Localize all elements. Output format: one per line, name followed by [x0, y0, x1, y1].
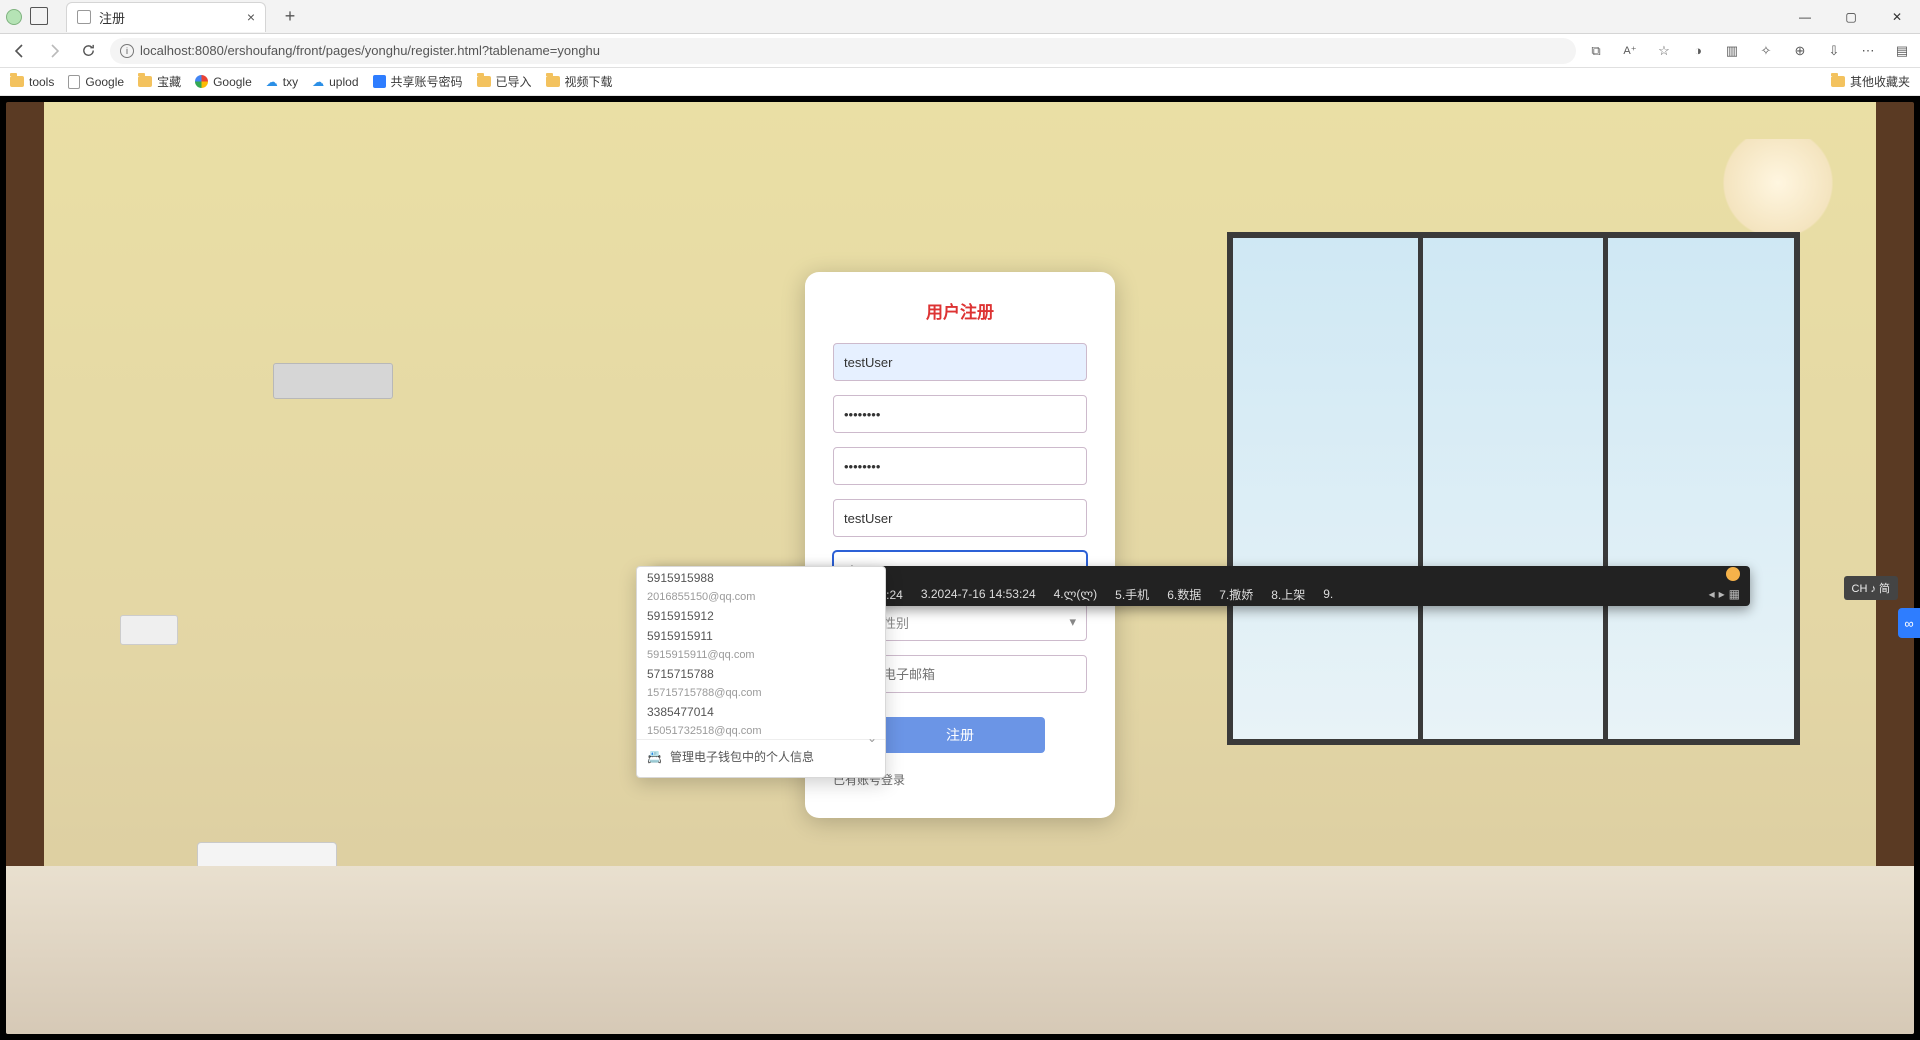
bookmark-overflow[interactable]: 其他收藏夹: [1831, 73, 1910, 90]
window-titlebar: 注册 × + — ▢ ✕: [0, 0, 1920, 34]
bookmark-video[interactable]: 视频下载: [546, 73, 613, 90]
link-icon: ∞: [1904, 616, 1913, 631]
ime-mode-badge[interactable]: CH ♪ 简: [1844, 576, 1899, 600]
wall-socket: [120, 615, 178, 645]
folder-icon: [477, 76, 491, 87]
reader-icon[interactable]: ⧉: [1586, 41, 1606, 61]
ime-logo-icon: [1726, 567, 1740, 581]
cloud-icon: ☁: [312, 75, 324, 89]
new-tab-button[interactable]: +: [276, 3, 304, 31]
ime-candidate[interactable]: 3.2024-7-16 14:53:24: [921, 587, 1036, 601]
bookmark-txy[interactable]: ☁txy: [266, 75, 298, 89]
downloads-icon[interactable]: ⇩: [1824, 41, 1844, 61]
ime-expand-icon[interactable]: ▦: [1729, 587, 1740, 601]
text-size-icon[interactable]: A⁺: [1620, 41, 1640, 61]
ime-candidate[interactable]: 9.: [1323, 587, 1333, 601]
ime-candidate[interactable]: 4.ლ(ლ): [1054, 587, 1098, 601]
page-icon: [68, 75, 80, 89]
autofill-scroll-icon[interactable]: ⌄: [867, 731, 877, 745]
wall-panel: [273, 363, 393, 399]
favorite-icon[interactable]: ☆: [1654, 41, 1674, 61]
favorites-bar-icon[interactable]: ✧: [1756, 41, 1776, 61]
url-text: localhost:8080/ershoufang/front/pages/yo…: [140, 43, 600, 58]
folder-icon: [1831, 76, 1845, 87]
browser-toolbar: i localhost:8080/ershoufang/front/pages/…: [0, 34, 1920, 68]
autofill-item[interactable]: 5915915912: [637, 605, 885, 625]
bookmark-tools[interactable]: tools: [10, 75, 54, 89]
ime-prev-icon[interactable]: ◂: [1709, 587, 1715, 601]
bookmark-google-page[interactable]: Google: [68, 75, 124, 89]
tab-favicon-icon: [77, 10, 91, 24]
folder-icon: [546, 76, 560, 87]
extensions-icon[interactable]: ⊕: [1790, 41, 1810, 61]
register-title: 用户注册: [833, 298, 1087, 323]
tab-actions-icon[interactable]: [32, 9, 48, 25]
autofill-item[interactable]: 5915915911: [637, 625, 885, 645]
bookmark-imported[interactable]: 已导入: [477, 73, 532, 90]
password-confirm-input[interactable]: [833, 447, 1087, 485]
ime-candidate[interactable]: 5.手机: [1115, 586, 1149, 603]
app-icon: [373, 75, 386, 88]
bookmarks-bar: tools Google 宝藏 Google ☁txy ☁uplod 共享账号密…: [0, 68, 1920, 96]
window-maximize-button[interactable]: ▢: [1828, 0, 1874, 33]
bookmark-shared[interactable]: 共享账号密码: [373, 73, 463, 90]
register-button[interactable]: 注册: [875, 717, 1045, 753]
nickname-input[interactable]: [833, 499, 1087, 537]
address-bar[interactable]: i localhost:8080/ershoufang/front/pages/…: [110, 38, 1576, 64]
page-viewport: 用户注册 请选择性别 ▾ 注册 已有账号登录 sj 1.15915915988 …: [0, 96, 1920, 1040]
bookmark-google[interactable]: Google: [195, 75, 252, 89]
ime-candidate[interactable]: 7.撒娇: [1219, 586, 1253, 603]
autofill-item[interactable]: 5915915911@qq.com: [637, 645, 885, 663]
forward-button: [42, 39, 66, 63]
tab-close-icon[interactable]: ×: [247, 9, 255, 25]
chevron-down-icon: ▾: [1069, 614, 1076, 630]
folder-icon: [10, 76, 24, 87]
autofill-item[interactable]: 15051732518@qq.com: [637, 721, 885, 739]
autofill-item[interactable]: 15715715788@qq.com: [637, 683, 885, 701]
autofill-manage[interactable]: 📇 管理电子钱包中的个人信息: [637, 739, 885, 773]
autofill-item[interactable]: 5915915988: [637, 567, 885, 587]
window-close-button[interactable]: ✕: [1874, 0, 1920, 33]
sidebar-icon[interactable]: ▤: [1892, 41, 1912, 61]
balcony-window: [1227, 232, 1799, 745]
tab-title: 注册: [99, 8, 125, 27]
wallet-icon: 📇: [647, 750, 662, 764]
autofill-item[interactable]: 2016855150@qq.com: [637, 587, 885, 605]
back-button[interactable]: [8, 39, 32, 63]
more-icon[interactable]: ⋯: [1858, 41, 1878, 61]
autofill-dropdown[interactable]: 5915915988 2016855150@qq.com 5915915912 …: [636, 566, 886, 778]
folder-icon: [138, 76, 152, 87]
autofill-item[interactable]: 3385477014: [637, 701, 885, 721]
split-icon[interactable]: ▥: [1722, 41, 1742, 61]
ime-candidate[interactable]: 6.数据: [1167, 586, 1201, 603]
floor: [6, 866, 1914, 1034]
ime-next-icon[interactable]: ▸: [1719, 587, 1725, 601]
password-input[interactable]: [833, 395, 1087, 433]
cloud-icon: ☁: [266, 75, 278, 89]
site-info-icon[interactable]: i: [120, 44, 134, 58]
profile-avatar-icon[interactable]: [6, 9, 22, 25]
google-icon: [195, 75, 208, 88]
side-handle[interactable]: ∞: [1898, 608, 1920, 638]
reload-button[interactable]: [76, 39, 100, 63]
bookmark-baozang[interactable]: 宝藏: [138, 73, 181, 90]
ime-candidate[interactable]: 8.上架: [1271, 586, 1305, 603]
autofill-item[interactable]: 5715715788: [637, 663, 885, 683]
window-minimize-button[interactable]: —: [1782, 0, 1828, 33]
bookmark-uplod[interactable]: ☁uplod: [312, 75, 358, 89]
username-input[interactable]: [833, 343, 1087, 381]
browser-tab[interactable]: 注册 ×: [66, 2, 266, 32]
collections-icon[interactable]: ◑: [1688, 41, 1708, 61]
